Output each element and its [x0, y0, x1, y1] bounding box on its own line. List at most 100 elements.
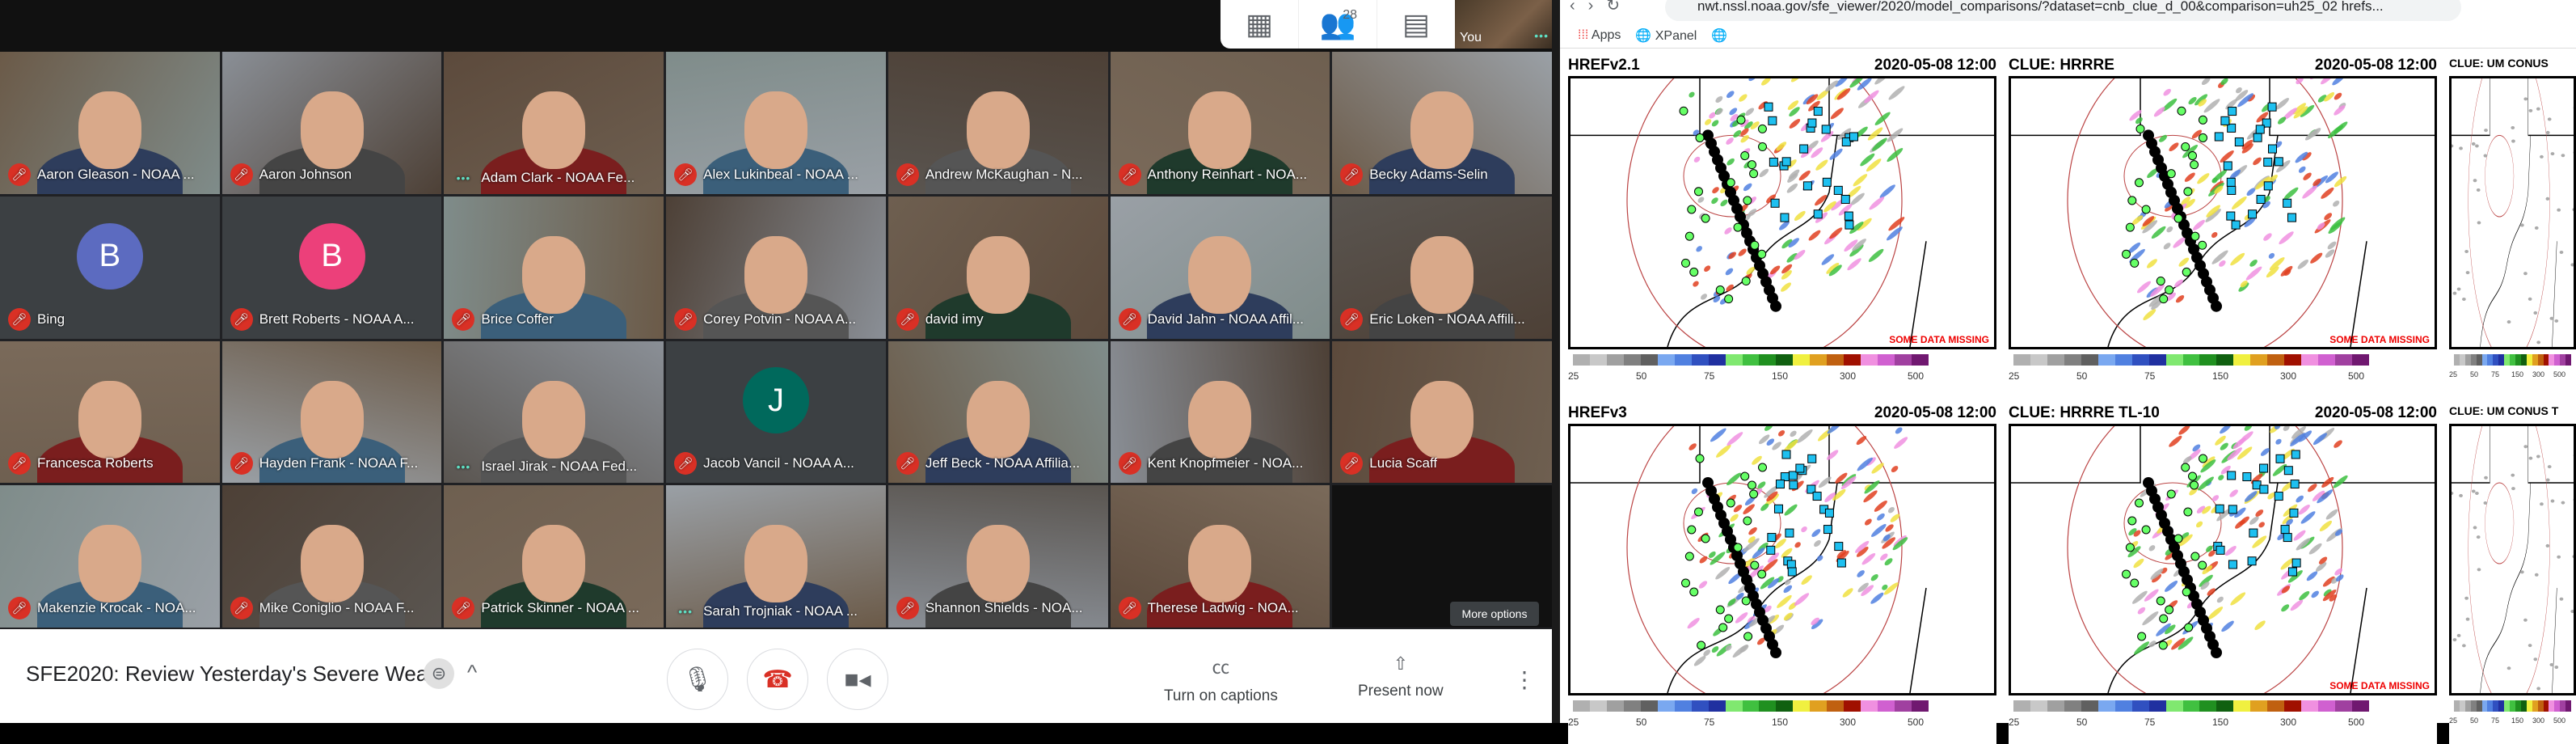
participant-tile[interactable]: B🎤︎Bing: [0, 197, 220, 339]
participant-tile[interactable]: •••Israel Jirak - NOAA Fed...: [444, 341, 664, 484]
model-name: HREFv2.1: [1568, 57, 1640, 74]
participant-name: Brett Roberts - NOAA A...: [259, 311, 415, 328]
participant-tile[interactable]: 🎤︎David Jahn - NOAA Affil...: [1111, 197, 1330, 339]
bookmark-apps[interactable]: ⁞⁞⁞ Apps: [1578, 28, 1621, 43]
colorbar-tick-label: 75: [1704, 717, 1714, 728]
participant-tile[interactable]: 🎤︎ Andrew McKaughan - N...: [888, 52, 1108, 194]
bookmark-xpanel[interactable]: 🌐 XPanel: [1635, 27, 1697, 44]
participant-name: Patrick Skinner - NOAA ...: [481, 600, 639, 616]
participant-tile[interactable]: 🎤︎Lucia Scaff: [1332, 341, 1552, 484]
participant-tile[interactable]: 🎤︎Makenzie Krocak - NOA...: [0, 485, 220, 628]
self-view[interactable]: You •••: [1455, 0, 1552, 49]
participant-name: Alex Lukinbeal - NOAA ...: [703, 167, 858, 183]
colorbar: [1573, 354, 1929, 366]
colorbar-tick-label: 300: [2280, 717, 2296, 728]
people-count: 28: [1343, 8, 1357, 23]
talking-indicator-icon: •••: [674, 605, 697, 618]
more-options-button[interactable]: More options: [1450, 602, 1539, 626]
meeting-details-chevron-up-icon[interactable]: ^: [467, 660, 477, 685]
avatar: B: [299, 223, 365, 290]
participant-name: Francesca Roberts: [37, 455, 154, 471]
microphone-button[interactable]: 🎙: [667, 649, 728, 710]
map-frame: SOME DATA MISSING: [1568, 76, 1996, 349]
participant-name: Makenzie Krocak - NOA...: [37, 600, 196, 616]
colorbar-tick-label: 50: [2470, 717, 2478, 725]
mic-muted-icon: 🎤︎: [674, 163, 697, 186]
colorbar: [2013, 700, 2369, 712]
participant-tile[interactable]: 🎤︎Becky Adams-Selin: [1332, 52, 1552, 194]
participant-name-label: 🎤︎Mike Coniglio - NOAA F...: [230, 597, 415, 619]
participant-tile[interactable]: B 🎤︎Brett Roberts - NOAA A...: [222, 197, 442, 339]
participant-name: Andrew McKaughan - N...: [925, 167, 1083, 183]
valid-time: 2020-05-08 12:00: [2315, 404, 2437, 422]
mic-muted-icon: 🎤︎: [230, 597, 253, 619]
model-panel: CLUE: UM CONUS T 255075150300500: [2449, 404, 2576, 744]
grid-view-button[interactable]: ▦: [1221, 0, 1299, 49]
valid-time: 2020-05-08 12:00: [1874, 404, 1996, 422]
participant-name-label: 🎤︎Therese Ladwig - NOA...: [1119, 597, 1299, 619]
colorbar-tick-label: 500: [2348, 717, 2364, 728]
bookmark-globe[interactable]: 🌐: [1711, 27, 1727, 44]
hang-up-button[interactable]: ☎: [747, 649, 808, 710]
participant-tile[interactable]: 🎤︎Brice Coffer: [444, 197, 664, 339]
participant-tile[interactable]: 🎤︎Mike Coniglio - NOAA F...: [222, 485, 442, 628]
more-vert-icon[interactable]: ⋮: [1513, 666, 1536, 693]
attachment-button[interactable]: ⊜: [424, 658, 454, 689]
bottom-bar: SFE2020: Review Yesterday's Severe Weat.…: [0, 629, 1552, 723]
colorbar-tick-label: 150: [2511, 717, 2523, 725]
model-panel: CLUE: UM CONUS 255075150300500: [2449, 57, 2576, 398]
participant-name-label: 🎤︎Hayden Frank - NOAA F...: [230, 452, 419, 475]
participant-tile[interactable]: 🎤︎Francesca Roberts: [0, 341, 220, 484]
participant-name-label: 🎤︎Brett Roberts - NOAA A...: [230, 308, 415, 331]
colorbar: [1573, 700, 1929, 712]
colorbar-tick-label: 500: [1908, 370, 1924, 382]
colorbar-tick-label: 75: [1704, 370, 1714, 382]
window-divider: [1552, 0, 1560, 723]
participant-tile[interactable]: 🎤︎Jeff Beck - NOAA Affilia...: [888, 341, 1108, 484]
meeting-title[interactable]: SFE2020: Review Yesterday's Severe Weat.…: [26, 662, 451, 687]
participant-tile[interactable]: 🎤︎Anthony Reinhart - NOA...: [1111, 52, 1330, 194]
colorbar-tick-label: 25: [1568, 717, 1579, 728]
participant-tile[interactable]: 🎤︎Hayden Frank - NOAA F...: [222, 341, 442, 484]
participant-tile[interactable]: •••Adam Clark - NOAA Fe...: [444, 52, 664, 194]
participant-tile[interactable]: 🎤︎Shannon Shields - NOA...: [888, 485, 1108, 628]
participant-tile[interactable]: 🎤︎Kent Knopfmeier - NOA...: [1111, 341, 1330, 484]
address-bar[interactable]: nwt.nssl.noaa.gov/sfe_viewer/2020/model_…: [1665, 0, 2461, 21]
mic-muted-icon: 🎤︎: [896, 163, 919, 186]
model-map: [2011, 78, 2437, 347]
participant-name-label: 🎤︎Eric Loken - NOAA Affili...: [1340, 308, 1524, 331]
present-now-button[interactable]: ⇧Present now: [1358, 653, 1444, 700]
mic-muted-icon: 🎤︎: [1340, 308, 1363, 331]
valid-time: 2020-05-08 12:00: [2315, 57, 2437, 74]
participant-tile[interactable]: 🎤︎david imy: [888, 197, 1108, 339]
participant-tile[interactable]: 🎤︎Eric Loken - NOAA Affili...: [1332, 197, 1552, 339]
participant-tile[interactable]: 🎤︎ Alex Lukinbeal - NOAA ...: [666, 52, 886, 194]
captions-button[interactable]: ㏄Turn on captions: [1164, 653, 1278, 705]
chat-button[interactable]: ▤: [1377, 0, 1455, 49]
bookmark-label: XPanel: [1655, 29, 1697, 43]
participant-name-label: 🎤︎Becky Adams-Selin: [1340, 163, 1487, 186]
participant-tile[interactable]: 🎤︎Patrick Skinner - NOAA ...: [444, 485, 664, 628]
participant-tile[interactable]: 🎤︎Aaron Gleason - NOAA ...: [0, 52, 220, 194]
video-person-head: [1188, 236, 1251, 314]
panel-title: CLUE: HRRRE TL-10 2020-05-08 12:00: [2009, 404, 2437, 422]
participant-tile[interactable]: 🎤︎Corey Potvin - NOAA A...: [666, 197, 886, 339]
hang-up-icon: ☎: [762, 666, 792, 694]
nav-buttons[interactable]: ‹›↻: [1570, 0, 1633, 15]
people-button[interactable]: 👥28: [1299, 0, 1377, 49]
colorbar: [2454, 700, 2571, 712]
participant-tile[interactable]: 🎤︎Aaron Johnson: [222, 52, 442, 194]
toolbar: ‹›↻ nwt.nssl.noaa.gov/sfe_viewer/2020/mo…: [1560, 0, 2576, 23]
panel-title: CLUE: UM CONUS T: [2449, 404, 2576, 417]
participant-name: Aaron Johnson: [259, 167, 352, 183]
chat-icon: ▤: [1402, 7, 1430, 41]
participant-tile[interactable]: 🎤︎Therese Ladwig - NOA...: [1111, 485, 1330, 628]
colorbar-tick-label: 300: [1840, 717, 1856, 728]
participant-tile[interactable]: J🎤︎Jacob Vancil - NOAA A...: [666, 341, 886, 484]
model-name: CLUE: HRRRE TL-10: [2009, 404, 2160, 422]
colorbar-ticks: 255075150300500: [1568, 717, 1996, 728]
camera-button[interactable]: ■◂: [827, 649, 888, 710]
participant-tile[interactable]: •••Sarah Trojniak - NOAA ...: [666, 485, 886, 628]
mic-muted-icon: 🎤︎: [674, 452, 697, 475]
participant-name-label: 🎤︎David Jahn - NOAA Affil...: [1119, 308, 1304, 331]
